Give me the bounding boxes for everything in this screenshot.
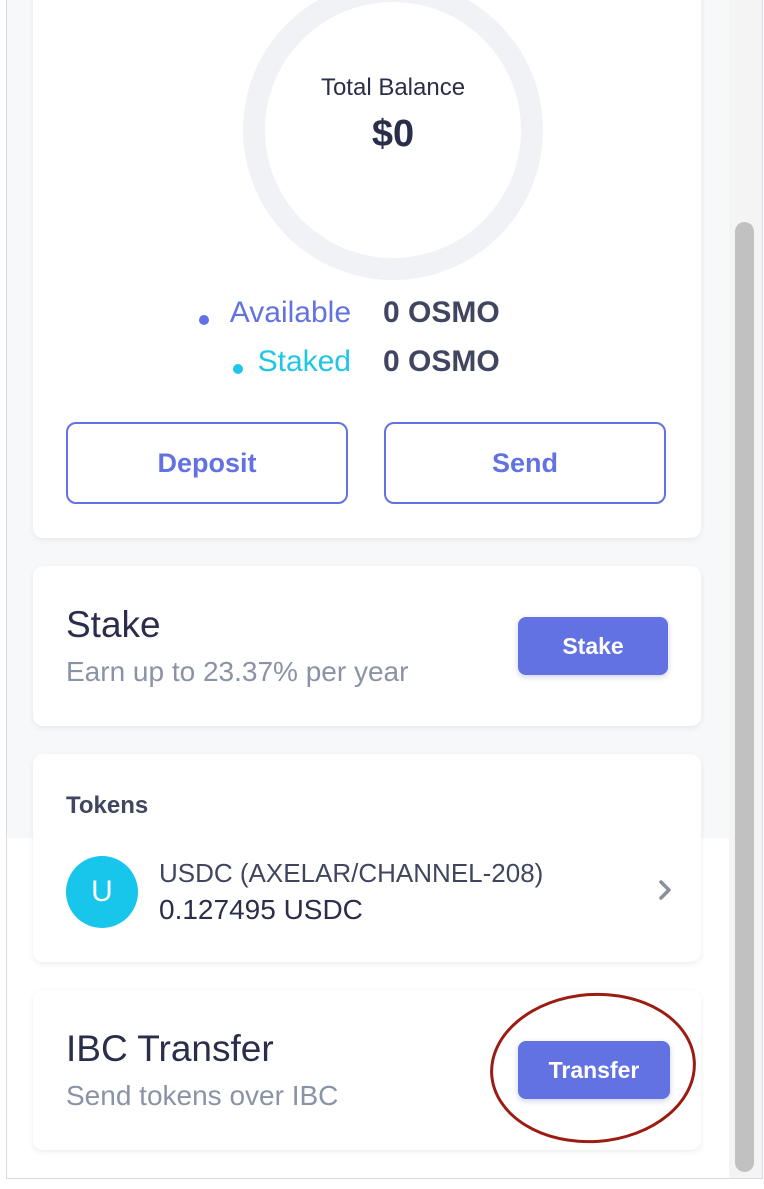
stake-button[interactable]: Stake: [518, 617, 668, 675]
scrollbar-thumb[interactable]: [735, 222, 754, 1172]
stake-subtitle: Earn up to 23.37% per year: [66, 656, 409, 687]
token-amount: 0.127495 USDC: [159, 894, 363, 925]
total-balance-label: Total Balance: [320, 74, 466, 101]
token-name: USDC (AXELAR/CHANNEL-208): [159, 858, 544, 888]
staked-value: 0 OSMO: [383, 345, 500, 378]
stake-title: Stake: [66, 604, 161, 645]
available-value: 0 OSMO: [383, 296, 500, 329]
stake-card: Stake Earn up to 23.37% per year Stake: [33, 566, 701, 726]
total-balance-value: $0: [371, 113, 415, 155]
ibc-title: IBC Transfer: [66, 1028, 274, 1069]
send-button[interactable]: Send: [384, 422, 666, 504]
available-row: Available 0 OSMO: [33, 296, 701, 336]
chevron-right-icon[interactable]: [653, 878, 677, 902]
staked-label: Staked: [257, 345, 351, 378]
ibc-subtitle: Send tokens over IBC: [66, 1080, 339, 1111]
staked-row: Staked 0 OSMO: [33, 345, 701, 385]
staked-dot-icon: [233, 364, 243, 374]
tokens-heading: Tokens: [66, 792, 149, 819]
balance-card: Total Balance $0 Available 0 OSMO Staked…: [33, 0, 701, 538]
available-label: Available: [229, 296, 351, 329]
deposit-button[interactable]: Deposit: [66, 422, 348, 504]
tokens-card: Tokens U USDC (AXELAR/CHANNEL-208) 0.127…: [33, 754, 701, 962]
token-avatar: U: [66, 856, 138, 928]
token-list-item[interactable]: U USDC (AXELAR/CHANNEL-208) 0.127495 USD…: [53, 842, 683, 928]
available-dot-icon: [199, 315, 209, 325]
